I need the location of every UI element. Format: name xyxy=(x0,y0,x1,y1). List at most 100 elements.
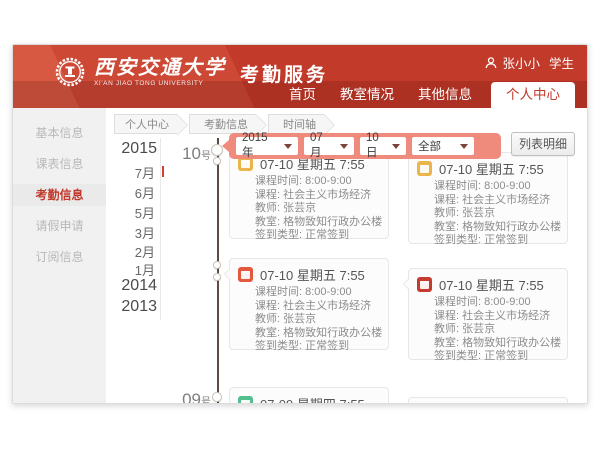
nav-item-classrooms[interactable]: 教室情况 xyxy=(328,81,406,108)
field-value: 正常签到 xyxy=(484,350,528,362)
nav-item-home[interactable]: 首页 xyxy=(277,81,328,108)
attendance-card: 07-10 星期五 7:55 课程时间: 8:00-9:00 课程: 社会主义市… xyxy=(408,152,568,244)
field-value: 格物致知行政办公楼 xyxy=(283,216,382,228)
attendance-card: 07-10 星期五 7:55 课程时间: 8:00-9:00 课程: 社会主义市… xyxy=(229,258,389,350)
page: 西安交通大学 XI'AN JIAO TONG UNIVERSITY 考勤服务 张… xyxy=(0,0,600,450)
attendance-app-window: 西安交通大学 XI'AN JIAO TONG UNIVERSITY 考勤服务 张… xyxy=(12,44,588,404)
university-name-en: XI'AN JIAO TONG UNIVERSITY xyxy=(94,80,226,87)
field-value: 张芸京 xyxy=(462,207,495,219)
field-label: 教师: xyxy=(255,202,280,214)
breadcrumb-chevron-icon xyxy=(177,115,187,135)
current-month-marker xyxy=(162,166,164,177)
sidebar-item-attendance-info[interactable]: 考勤信息 xyxy=(13,184,106,206)
field-label: 课程时间: xyxy=(255,175,302,187)
breadcrumb: 个人中心 考勤信息 时间轴 xyxy=(114,114,324,134)
day-dropdown-value: 10日 xyxy=(366,132,386,160)
timeline-axis xyxy=(217,138,219,403)
sidebar-item-basic-info[interactable]: 基本信息 xyxy=(13,122,106,144)
breadcrumb-attendance-info[interactable]: 考勤信息 xyxy=(189,114,256,134)
breadcrumb-label: 个人中心 xyxy=(125,119,169,131)
field-value: 正常签到 xyxy=(305,229,349,241)
scale-year-2014[interactable]: 2014 xyxy=(121,277,157,295)
year-dropdown-value: 2015年 xyxy=(242,132,278,160)
attendance-card: 07-09 星期四 7:55 课程时间: 8:00-9:00 课程: 社会主义市… xyxy=(229,387,389,404)
calendar-icon xyxy=(238,396,253,404)
sidebar-item-schedule-info[interactable]: 课表信息 xyxy=(13,153,106,175)
breadcrumb-timeline[interactable]: 时间轴 xyxy=(268,114,324,134)
field-value: 8:00-9:00 xyxy=(305,286,351,298)
field-value: 正常签到 xyxy=(305,340,349,352)
timeline-node xyxy=(213,261,221,269)
field-value: 张芸京 xyxy=(283,313,316,325)
field-value: 格物致知行政办公楼 xyxy=(283,327,382,339)
field-label: 课程时间: xyxy=(434,180,481,192)
card-date: 07-09 星期四 7:55 xyxy=(260,394,365,404)
scale-year-2015[interactable]: 2015 xyxy=(121,140,157,158)
field-value: 正常签到 xyxy=(484,234,528,246)
field-label: 教师: xyxy=(434,207,459,219)
card-body: 课程时间: 8:00-9:00 课程: 社会主义市场经济 教师: 张芸京 教室:… xyxy=(230,174,388,243)
user-icon xyxy=(485,57,497,69)
scale-separator xyxy=(160,138,161,320)
field-value: 社会主义市场经济 xyxy=(462,310,550,322)
timeline-node xyxy=(213,157,221,165)
field-label: 教室: xyxy=(255,327,280,339)
list-detail-button[interactable]: 列表明细 xyxy=(511,132,575,156)
scale-month-5[interactable]: 5月 xyxy=(135,203,155,222)
card-header: 07-10 星期五 7:55 xyxy=(230,259,388,285)
field-label: 教室: xyxy=(255,216,280,228)
calendar-icon xyxy=(417,161,432,176)
field-value: 社会主义市场经济 xyxy=(462,194,550,206)
attendance-card: 07-10 星期五 7:55 课程时间: 8:00-9:00 课程: 社会主义市… xyxy=(229,147,389,239)
calendar-icon xyxy=(238,267,253,282)
nav-item-other[interactable]: 其他信息 xyxy=(406,81,484,108)
app-header: 西安交通大学 XI'AN JIAO TONG UNIVERSITY 考勤服务 张… xyxy=(13,45,587,108)
scale-month-6[interactable]: 6月 xyxy=(135,183,155,202)
field-value: 格物致知行政办公楼 xyxy=(462,221,561,233)
day-suffix: 号 xyxy=(201,151,211,162)
field-label: 签到类型: xyxy=(255,340,302,352)
month-dropdown[interactable]: 07月 xyxy=(304,137,354,155)
filter-bar: 2015年 07月 10日 全部 xyxy=(229,133,501,159)
timeline-day-10: 10号 xyxy=(171,144,211,164)
scale-month-3[interactable]: 3月 xyxy=(135,223,155,242)
field-label: 教师: xyxy=(255,313,280,325)
field-label: 教师: xyxy=(434,323,459,335)
timeline-node xyxy=(212,392,222,402)
scale-month-7[interactable]: 7月 xyxy=(135,163,155,182)
day-suffix: 号 xyxy=(201,397,211,404)
attendance-card: 07-10 星期五 7:55 课程时间: 8:00-9:00 课程: 社会主义市… xyxy=(408,268,568,360)
field-value: 8:00-9:00 xyxy=(484,296,530,308)
field-label: 课程时间: xyxy=(434,296,481,308)
field-label: 教室: xyxy=(434,337,459,349)
card-header: 07-10 星期五 7:55 xyxy=(409,269,567,295)
year-dropdown[interactable]: 2015年 xyxy=(236,137,298,155)
chevron-down-icon xyxy=(340,144,348,149)
breadcrumb-personal-center[interactable]: 个人中心 xyxy=(114,114,177,134)
field-label: 教室: xyxy=(434,221,459,233)
scale-year-2013[interactable]: 2013 xyxy=(121,298,157,316)
user-name: 张小小 xyxy=(502,53,540,72)
card-body: 课程时间: 8:00-9:00 课程: 社会主义市场经济 教师: 张芸京 教室:… xyxy=(409,179,567,248)
main-nav: 首页 教室情况 其他信息 个人中心 xyxy=(277,81,575,108)
field-value: 张芸京 xyxy=(283,202,316,214)
card-header: 07-09 星期四 7:55 xyxy=(230,388,388,404)
sidebar: 基本信息 课表信息 考勤信息 请假申请 订阅信息 xyxy=(13,108,106,403)
field-value: 8:00-9:00 xyxy=(305,175,351,187)
sidebar-item-leave-request[interactable]: 请假申请 xyxy=(13,215,106,237)
calendar-icon xyxy=(417,277,432,292)
attendance-card-stub xyxy=(408,397,568,404)
field-value: 张芸京 xyxy=(462,323,495,335)
nav-tab-personal-center[interactable]: 个人中心 xyxy=(491,82,575,108)
card-body: 课程时间: 8:00-9:00 课程: 社会主义市场经济 教师: 张芸京 教室:… xyxy=(409,295,567,364)
day-dropdown[interactable]: 10日 xyxy=(360,137,406,155)
user-info[interactable]: 张小小 学生 xyxy=(485,53,574,72)
type-dropdown[interactable]: 全部 xyxy=(412,137,474,155)
field-label: 课程时间: xyxy=(255,286,302,298)
university-name-cn: 西安交通大学 xyxy=(94,55,226,79)
sidebar-item-subscription-info[interactable]: 订阅信息 xyxy=(13,246,106,268)
scale-month-2[interactable]: 2月 xyxy=(135,242,155,261)
breadcrumb-label: 时间轴 xyxy=(283,119,316,131)
card-date: 07-10 星期五 7:55 xyxy=(439,159,544,178)
chevron-down-icon xyxy=(284,144,292,149)
